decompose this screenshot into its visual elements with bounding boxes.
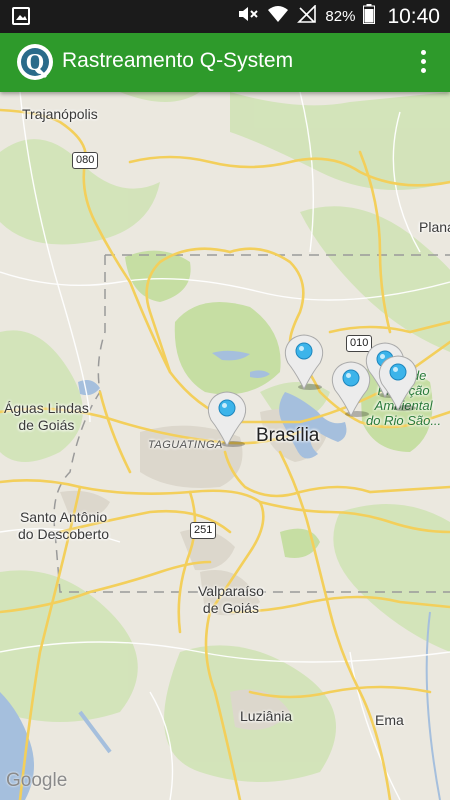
place-label-santo-antonio: Santo Antônio do Descoberto	[18, 509, 110, 542]
status-icons: 82% 10:40	[237, 0, 440, 33]
place-label-luziania: Luziânia	[240, 708, 293, 724]
vehicle-marker[interactable]	[376, 354, 422, 412]
road-shield-251: 251	[190, 522, 217, 539]
place-label-trajanopolis: Trajanópolis	[22, 106, 98, 122]
place-label-aguas-lindas: Águas Lindas de Goiás	[4, 400, 89, 433]
gallery-icon	[12, 7, 30, 30]
google-attribution: Google	[6, 770, 68, 791]
more-vert-icon[interactable]	[418, 47, 428, 79]
wifi-icon	[267, 5, 289, 28]
map-view[interactable]: Trajanópolis Plana Águas Lindas de Goiás…	[0, 92, 450, 800]
vehicle-marker[interactable]	[282, 333, 328, 391]
vehicle-marker[interactable]	[205, 390, 251, 448]
place-label-ema: Ema	[375, 712, 404, 728]
status-bar: 82% 10:40	[0, 0, 450, 33]
place-label-valparaiso: Valparaíso de Goiás	[198, 583, 264, 616]
place-label-plana: Plana	[419, 219, 450, 235]
battery-icon	[363, 4, 376, 29]
road-shield-080: 080	[72, 152, 99, 169]
no-signal-icon	[297, 4, 317, 28]
place-label-brasilia: Brasília	[256, 425, 320, 446]
app-title: Rastreamento Q-System	[62, 49, 294, 72]
app-bar: Q Rastreamento Q-System	[0, 33, 450, 92]
battery-percent: 82%	[325, 8, 356, 25]
app-logo: Q	[16, 43, 54, 81]
mute-icon	[237, 5, 259, 28]
clock: 10:40	[387, 4, 440, 28]
